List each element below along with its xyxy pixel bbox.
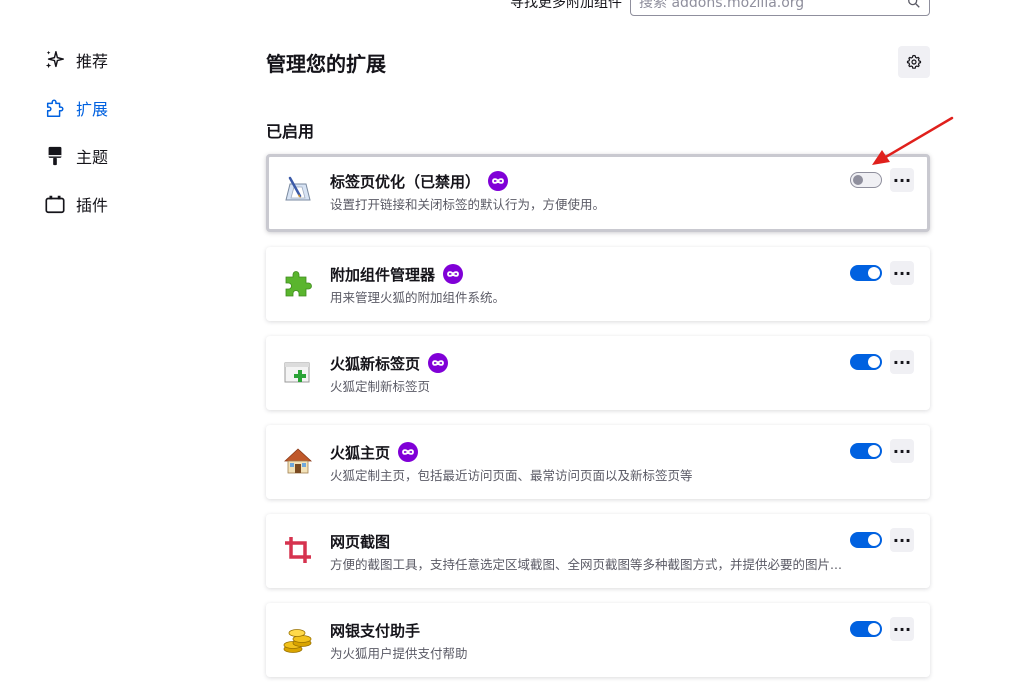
- coins-icon: [283, 629, 312, 653]
- extension-controls: ...: [850, 528, 914, 552]
- top-search-row: 寻找更多附加组件 搜索 addons.mozilla.org: [500, 0, 930, 16]
- extension-toggle-on[interactable]: [850, 265, 882, 281]
- house-icon: [283, 448, 313, 474]
- brush-icon: [48, 146, 62, 166]
- extension-card-new-tab[interactable]: 火狐新标签页 火狐定制新标签页 ...: [266, 336, 930, 410]
- find-more-label: 寻找更多附加组件: [510, 0, 622, 11]
- sidebar-item-recommended[interactable]: 推荐: [36, 44, 196, 76]
- extension-description: 火狐定制新标签页: [330, 379, 431, 394]
- extension-controls: ...: [850, 261, 914, 285]
- gear-icon: [906, 54, 922, 69]
- recommended-badge: [488, 171, 509, 191]
- extension-toggle-off[interactable]: [850, 172, 882, 188]
- main-content: 管理您的扩展 已启用 标签页优化（已禁用） 设置打开链接和关闭标签的默认行为，方…: [266, 40, 930, 677]
- extension-name: 网页截图: [330, 532, 391, 551]
- infinity-icon: [432, 360, 444, 366]
- more-options-button[interactable]: ...: [890, 168, 914, 192]
- more-icon: ...: [892, 259, 912, 279]
- more-options-button[interactable]: ...: [890, 528, 914, 552]
- extension-controls: ...: [850, 439, 914, 463]
- sidebar-item-themes[interactable]: 主题: [36, 140, 196, 172]
- extension-description: 设置打开链接和关闭标签的默认行为，方便使用。: [330, 197, 606, 212]
- extension-toggle-on[interactable]: [850, 621, 882, 637]
- sidebar-item-label: 插件: [76, 196, 109, 215]
- extension-description: 方便的截图工具，支持任意选定区域截图、全网页截图等多种截图方式，并提供必要的图片…: [330, 557, 842, 572]
- sidebar-item-plugins[interactable]: 插件: [36, 188, 196, 220]
- puzzle-icon: [46, 99, 64, 117]
- section-title-enabled: 已启用: [266, 122, 315, 141]
- more-icon: ...: [892, 166, 912, 186]
- extension-controls: ...: [850, 350, 914, 374]
- settings-gear-button[interactable]: [898, 46, 930, 78]
- new-tab-icon: [284, 362, 310, 383]
- extension-name: 火狐主页: [330, 443, 391, 462]
- extension-description: 用来管理火狐的附加组件系统。: [330, 290, 506, 305]
- recommended-badge: [428, 353, 449, 373]
- more-options-button[interactable]: ...: [890, 617, 914, 641]
- sidebar-item-extensions[interactable]: 扩展: [36, 92, 196, 124]
- extension-toggle-on[interactable]: [850, 443, 882, 459]
- extension-card-addon-manager[interactable]: 附加组件管理器 用来管理火狐的附加组件系统。 ...: [266, 247, 930, 321]
- extension-toggle-on[interactable]: [850, 354, 882, 370]
- more-options-button[interactable]: ...: [890, 350, 914, 374]
- extension-name: 标签页优化（已禁用）: [330, 172, 481, 191]
- more-options-button[interactable]: ...: [890, 261, 914, 285]
- extension-card-tab-optimize[interactable]: 标签页优化（已禁用） 设置打开链接和关闭标签的默认行为，方便使用。 ...: [266, 154, 930, 232]
- sidebar-item-label: 扩展: [76, 100, 109, 119]
- recommended-badge: [443, 264, 464, 284]
- extension-controls: ...: [850, 168, 914, 192]
- extension-controls: ...: [850, 617, 914, 641]
- more-icon: ...: [892, 615, 912, 635]
- infinity-icon: [402, 449, 414, 455]
- search-input[interactable]: 搜索 addons.mozilla.org: [630, 0, 930, 16]
- search-icon: [908, 0, 920, 8]
- sidebar-item-label: 推荐: [76, 52, 109, 71]
- more-icon: ...: [892, 526, 912, 546]
- sparkle-icon: [45, 50, 64, 69]
- extension-name: 附加组件管理器: [330, 265, 436, 284]
- extension-description: 为火狐用户提供支付帮助: [330, 646, 468, 661]
- more-icon: ...: [892, 437, 912, 457]
- search-placeholder: 搜索 addons.mozilla.org: [639, 0, 805, 11]
- plugin-icon: [45, 195, 65, 214]
- green-puzzle-icon: [285, 271, 312, 297]
- infinity-icon: [492, 178, 504, 184]
- more-options-button[interactable]: ...: [890, 439, 914, 463]
- extension-card-payment[interactable]: 网银支付助手 为火狐用户提供支付帮助 ...: [266, 603, 930, 677]
- extension-name: 火狐新标签页: [330, 354, 421, 373]
- tab-optimize-icon: [285, 176, 311, 201]
- sidebar-item-label: 主题: [76, 148, 109, 167]
- page-title: 管理您的扩展: [266, 52, 386, 76]
- recommended-badge: [398, 442, 419, 462]
- extension-card-home[interactable]: 火狐主页 火狐定制主页，包括最近访问页面、最常访问页面以及新标签页等 ...: [266, 425, 930, 499]
- extension-name: 网银支付助手: [330, 621, 421, 640]
- sidebar: 推荐 扩展 主题 插件: [36, 44, 196, 236]
- extension-toggle-on[interactable]: [850, 532, 882, 548]
- extension-description: 火狐定制主页，包括最近访问页面、最常访问页面以及新标签页等: [330, 468, 693, 483]
- infinity-icon: [447, 271, 459, 277]
- extension-card-screenshot[interactable]: 网页截图 方便的截图工具，支持任意选定区域截图、全网页截图等多种截图方式，并提供…: [266, 514, 930, 588]
- crop-icon: [285, 537, 311, 563]
- more-icon: ...: [892, 348, 912, 368]
